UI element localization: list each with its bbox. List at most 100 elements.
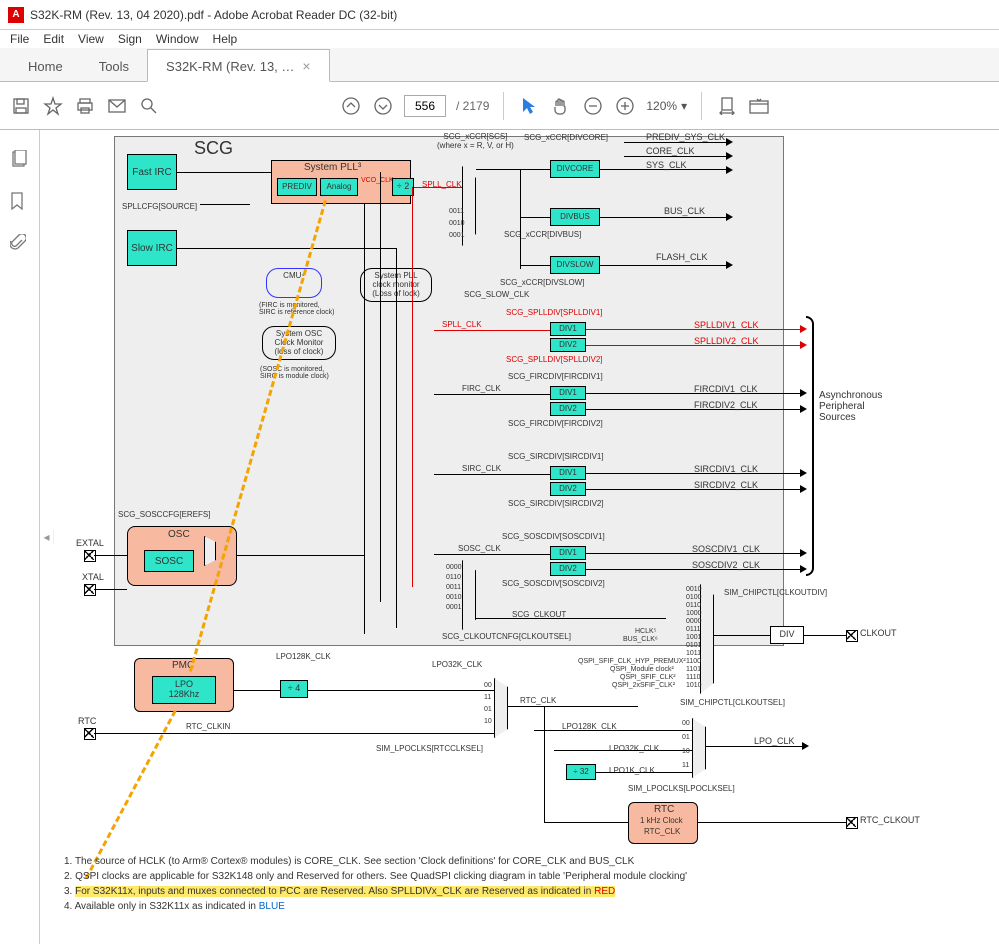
fircdiv1-clk: FIRCDIV1_CLK xyxy=(694,384,758,394)
hand-icon[interactable] xyxy=(550,95,572,117)
splldiv-reg2: SCG_SPLLDIV[SPLLDIV2] xyxy=(506,355,603,364)
menu-edit[interactable]: Edit xyxy=(43,32,64,46)
clkout-label: CLKOUT xyxy=(860,628,897,638)
soscdiv2-clk: SOSCDIV2_CLK xyxy=(692,560,760,570)
toolbar: / 2179 120% ▾ xyxy=(0,82,999,130)
divslow-box: DIVSLOW xyxy=(550,256,600,274)
note-1: 1. The source of HCLK (to Arm® Cortex® m… xyxy=(64,854,904,869)
rtc-1k: 1 kHz Clock xyxy=(640,816,683,825)
tab-document[interactable]: S32K-RM (Rev. 13, … × xyxy=(147,49,330,82)
page-number-input[interactable] xyxy=(404,95,446,117)
page-down-icon[interactable] xyxy=(372,95,394,117)
prediv-box: PREDIV xyxy=(277,178,317,196)
lpo-box: LPO 128Khz xyxy=(152,676,216,704)
sircdiv-reg2: SCG_SIRCDIV[SIRCDIV2] xyxy=(508,499,604,508)
firc-div2: DIV2 xyxy=(550,402,586,416)
page-up-icon[interactable] xyxy=(340,95,362,117)
app-icon: A xyxy=(8,7,24,23)
tab-row: Home Tools S32K-RM (Rev. 13, … × xyxy=(0,48,999,82)
soscclk-label: SOSC_CLK xyxy=(458,544,501,553)
sircdiv1-clk: SIRCDIV1_CLK xyxy=(694,464,758,474)
lpo128k-clk: LPO128K_CLK xyxy=(276,652,331,661)
pointer-icon[interactable] xyxy=(518,95,540,117)
vco-label: VCO_CLK xyxy=(361,177,394,184)
rtc-pin-label: RTC xyxy=(78,716,96,726)
prediv-sys-clk: PREDIV_SYS_CLK xyxy=(646,132,725,142)
fit-width-icon[interactable] xyxy=(716,95,738,117)
bookmark-icon[interactable] xyxy=(10,192,30,212)
menu-sign[interactable]: Sign xyxy=(118,32,142,46)
scgxccr-scs: SCG_xCCR[SCS] (where x = R, V, or H) xyxy=(437,132,514,150)
spll-div1: DIV1 xyxy=(550,322,586,336)
sircdiv-reg1: SCG_SIRCDIV[SIRCDIV1] xyxy=(508,452,604,461)
splldiv-reg1: SCG_SPLLDIV[SPLLDIV1] xyxy=(506,308,603,317)
menu-help[interactable]: Help xyxy=(213,32,238,46)
zoom-level[interactable]: 120% ▾ xyxy=(646,99,687,113)
rtc-clk: RTC_CLK xyxy=(520,696,556,705)
firc-div1: DIV1 xyxy=(550,386,586,400)
scg-slow-clk: SCG_SLOW_CLK xyxy=(464,290,529,299)
fircdiv-reg2: SCG_FIRCDIV[FIRCDIV2] xyxy=(508,419,603,428)
search-icon[interactable] xyxy=(138,95,160,117)
spll-div2: DIV2 xyxy=(550,338,586,352)
rtc-pin xyxy=(84,728,94,738)
xtal-pin xyxy=(84,584,94,594)
soscdiv-reg2: SCG_SOSCDIV[SOSCDIV2] xyxy=(502,579,605,588)
read-mode-icon[interactable] xyxy=(748,95,770,117)
core-clk: CORE_CLK xyxy=(646,146,695,156)
scg-title: SCG xyxy=(194,138,233,159)
print-icon[interactable] xyxy=(74,95,96,117)
zoom-in-icon[interactable] xyxy=(614,95,636,117)
menu-file[interactable]: File xyxy=(10,32,29,46)
titlebar: A S32K-RM (Rev. 13, 04 2020).pdf - Adobe… xyxy=(0,0,999,30)
collapse-sidebar[interactable]: ◂ xyxy=(40,530,54,544)
fircdiv2-clk: FIRCDIV2_CLK xyxy=(694,400,758,410)
tab-home[interactable]: Home xyxy=(10,51,81,81)
note-2: 2. QSPI clocks are applicable for S32K14… xyxy=(64,869,904,884)
extal-pin xyxy=(84,550,94,560)
sys-clk: SYS_CLK xyxy=(646,160,687,170)
lpo32k-clk: LPO32K_CLK xyxy=(432,660,482,669)
attachment-icon[interactable] xyxy=(10,234,30,254)
footnotes: 1. The source of HCLK (to Arm® Cortex® m… xyxy=(64,854,904,914)
rtc-clkin: RTC_CLKIN xyxy=(186,722,230,731)
chipctl-sel: SIM_CHIPCTL[CLKOUTSEL] xyxy=(680,698,785,707)
rtc-clk-label: RTC_CLK xyxy=(644,827,680,836)
sosc-div1: DIV1 xyxy=(550,546,586,560)
bus-clk: BUS_CLK xyxy=(664,206,705,216)
chipctl-div: SIM_CHIPCTL[CLKOUTDIV] xyxy=(724,588,827,597)
divslow-reg: SCG_xCCR[DIVSLOW] xyxy=(500,278,584,287)
main: ◂ SCG Fast IRC Slow IRC SPLLCFG[SOURCE] … xyxy=(0,130,999,944)
star-icon[interactable] xyxy=(42,95,64,117)
sysosc-note: (SOSC is monitored, SIRC is module clock… xyxy=(260,366,329,380)
lpo-clk: LPO_CLK xyxy=(754,736,795,746)
menubar: File Edit View Sign Window Help xyxy=(0,30,999,48)
extal-label: EXTAL xyxy=(76,538,104,548)
zoom-out-icon[interactable] xyxy=(582,95,604,117)
menu-view[interactable]: View xyxy=(78,32,104,46)
async-brace xyxy=(806,316,814,576)
rtc-mux xyxy=(494,678,508,738)
flash-clk: FLASH_CLK xyxy=(656,252,708,262)
divbus-box: DIVBUS xyxy=(550,208,600,226)
sircdiv2-clk: SIRCDIV2_CLK xyxy=(694,480,758,490)
div4-box: ÷ 4 xyxy=(280,680,308,698)
thumbnails-icon[interactable] xyxy=(10,150,30,170)
clock-diagram: SCG Fast IRC Slow IRC SPLLCFG[SOURCE] Sy… xyxy=(64,130,999,890)
tab-tools[interactable]: Tools xyxy=(81,51,147,81)
save-icon[interactable] xyxy=(10,95,32,117)
fircdiv-reg1: SCG_FIRCDIV[FIRCDIV1] xyxy=(508,372,603,381)
div-box: DIV xyxy=(770,626,804,644)
sidebar xyxy=(0,130,40,944)
note-3: 3. For S32K11x, inputs and muxes connect… xyxy=(64,884,904,899)
sosc-div2: DIV2 xyxy=(550,562,586,576)
close-tab-icon[interactable]: × xyxy=(302,58,310,74)
window-title: S32K-RM (Rev. 13, 04 2020).pdf - Adobe A… xyxy=(30,8,397,22)
document-content[interactable]: SCG Fast IRC Slow IRC SPLLCFG[SOURCE] Sy… xyxy=(54,130,999,944)
rtc-block-title: RTC xyxy=(654,804,674,815)
clkout-pin xyxy=(846,630,856,640)
spllcfg-label: SPLLCFG[SOURCE] xyxy=(122,202,197,211)
mail-icon[interactable] xyxy=(106,95,128,117)
menu-window[interactable]: Window xyxy=(156,32,199,46)
splldiv1-clk: SPLLDIV1_CLK xyxy=(694,320,759,330)
